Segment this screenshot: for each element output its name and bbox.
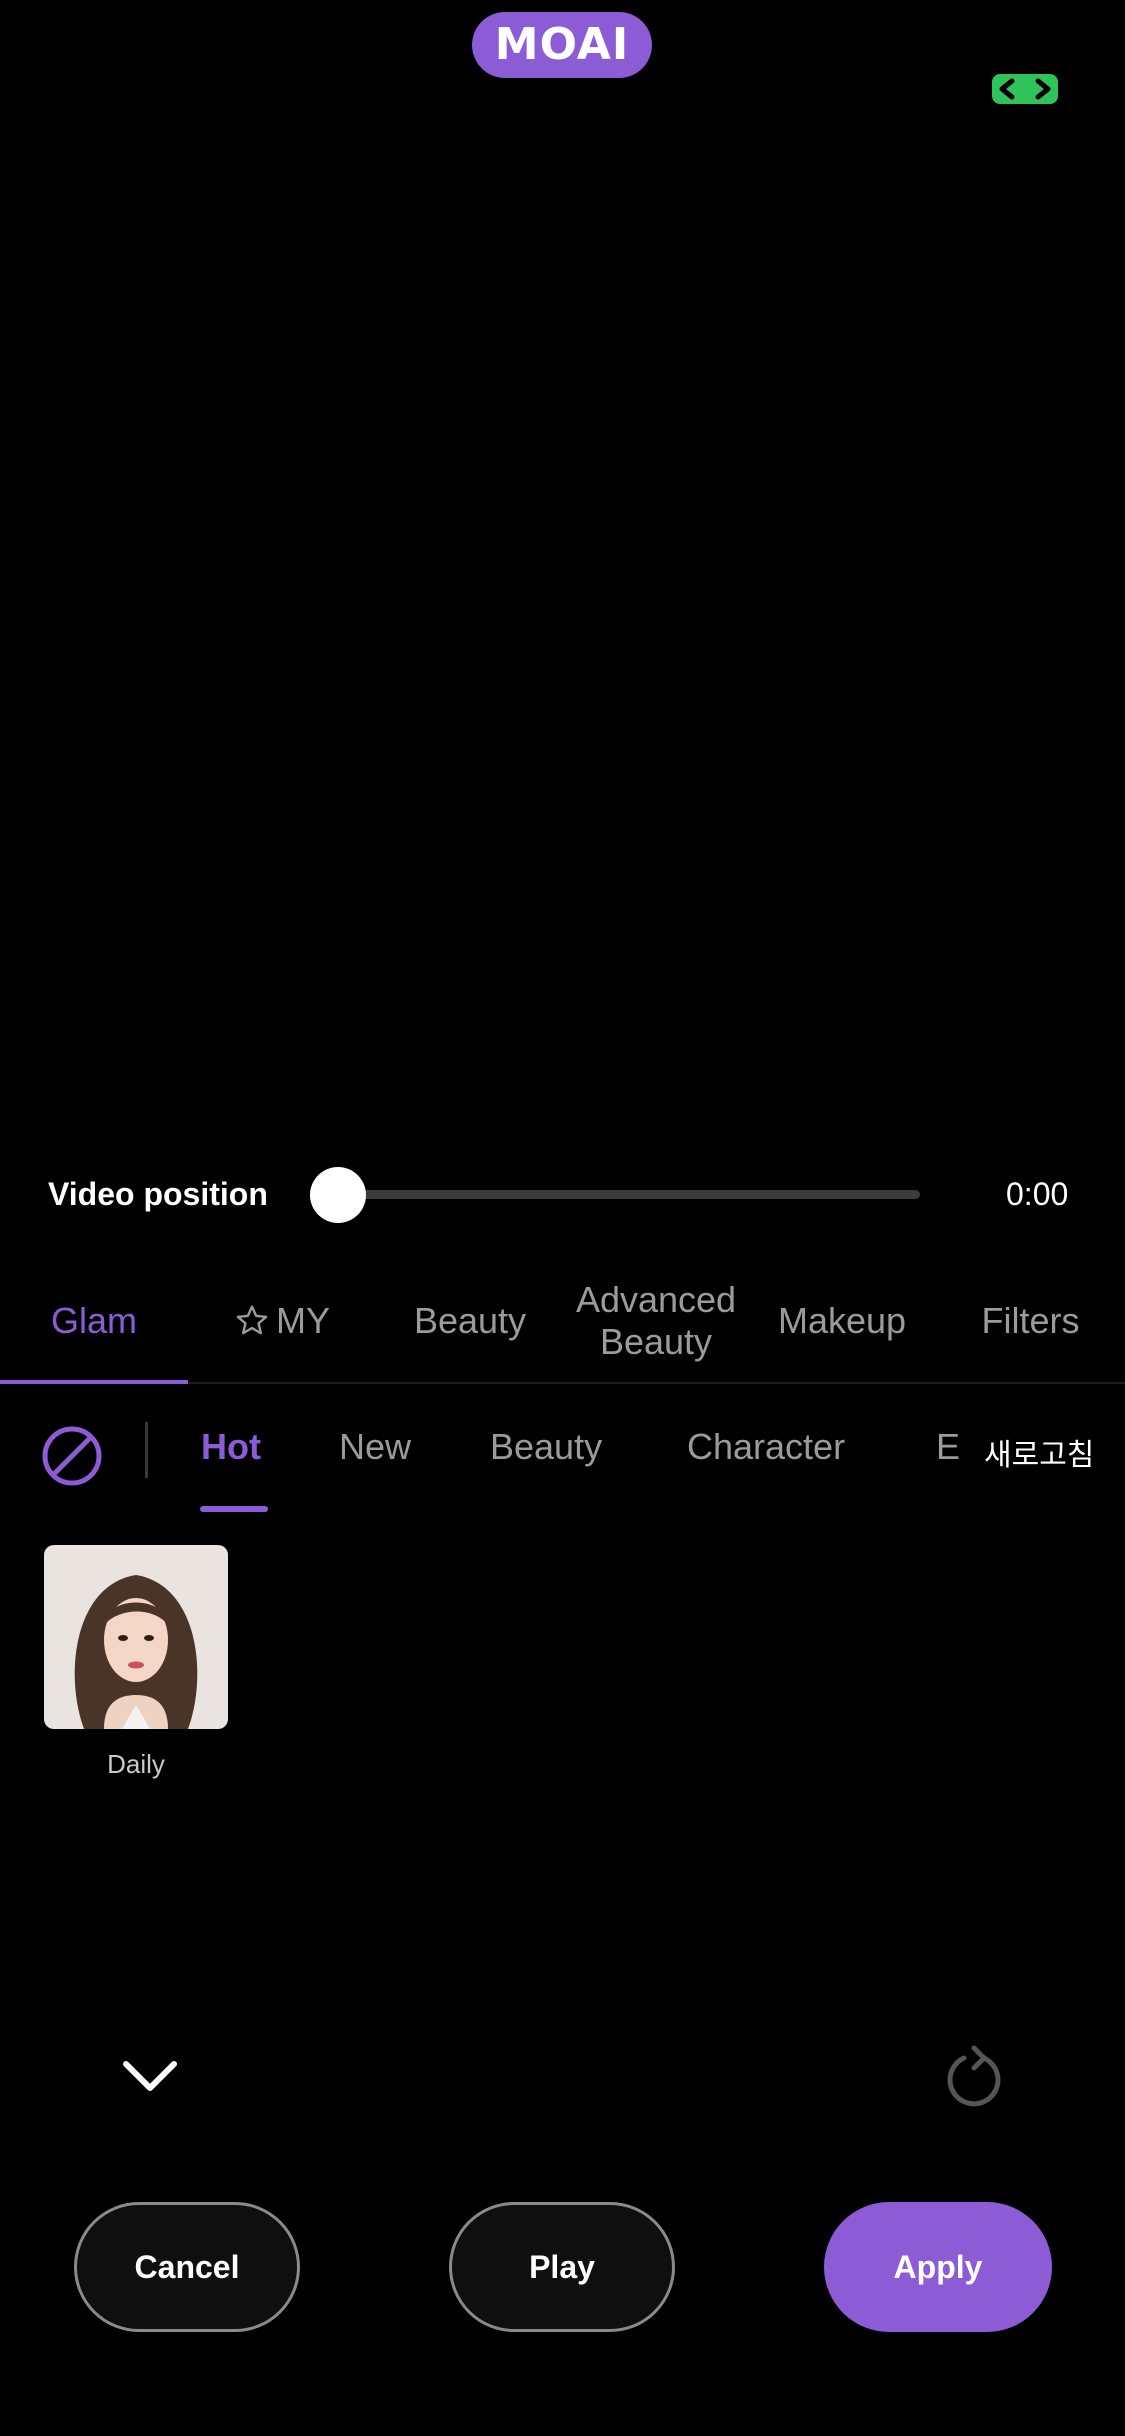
tab-makeup-label: Makeup: [777, 1300, 907, 1341]
sub-tab-hot[interactable]: Hot: [201, 1426, 261, 1468]
video-position-label: Video position: [48, 1176, 268, 1212]
tab-filters-label: Filters: [981, 1300, 1080, 1341]
tab-advanced-beauty[interactable]: Advanced Beauty: [564, 1262, 748, 1380]
tab-my[interactable]: MY: [188, 1262, 376, 1380]
portrait-thumbnail: [44, 1545, 228, 1729]
camera-in-use-icon: [992, 74, 1058, 104]
cancel-button[interactable]: Cancel: [74, 2202, 300, 2332]
apply-button[interactable]: Apply: [824, 2202, 1052, 2332]
refresh-button[interactable]: 새로고침: [984, 1430, 1095, 1474]
sub-tab-beauty[interactable]: Beauty: [490, 1426, 602, 1468]
main-category-tabs: Glam MY Beauty Advanced Beauty Makeup Fi…: [0, 1262, 1125, 1384]
video-position-row: Video position 0:00: [0, 1162, 1125, 1226]
play-button[interactable]: Play: [449, 2202, 675, 2332]
sub-tab-e[interactable]: E: [936, 1426, 960, 1468]
tab-glam[interactable]: Glam: [0, 1262, 188, 1380]
video-time: 0:00: [1006, 1176, 1069, 1212]
no-filter-icon[interactable]: [40, 1424, 104, 1488]
sub-category-tabs: Hot New Beauty Character E 새로고침: [0, 1402, 1125, 1512]
star-icon: [236, 1305, 268, 1335]
tab-beauty-label: Beauty: [413, 1300, 527, 1341]
tab-glam-label: Glam: [50, 1300, 137, 1341]
active-sub-tab-indicator: [200, 1506, 268, 1512]
portrait-illustration: [44, 1545, 228, 1729]
chevron-down-icon[interactable]: [118, 2054, 182, 2098]
filter-item-daily[interactable]: Daily: [44, 1545, 228, 1780]
tab-beauty[interactable]: Beauty: [376, 1262, 564, 1380]
tab-advanced-beauty-label: Advanced Beauty: [575, 1279, 737, 1362]
sub-tab-character[interactable]: Character: [687, 1426, 845, 1468]
sub-tab-divider: [145, 1422, 148, 1478]
tab-filters[interactable]: Filters: [936, 1262, 1125, 1380]
tab-my-label: MY: [276, 1300, 330, 1341]
active-tab-indicator: [0, 1380, 188, 1384]
tab-makeup[interactable]: Makeup: [748, 1262, 936, 1380]
sub-tab-new[interactable]: New: [339, 1426, 411, 1468]
brand-logo: MOAI: [472, 12, 652, 78]
brand-logo-text: MOAI: [494, 19, 630, 70]
reset-icon[interactable]: [944, 2044, 1004, 2108]
video-position-thumb[interactable]: [310, 1167, 366, 1223]
filter-item-label: Daily: [107, 1749, 165, 1779]
video-position-track[interactable]: [338, 1190, 920, 1199]
